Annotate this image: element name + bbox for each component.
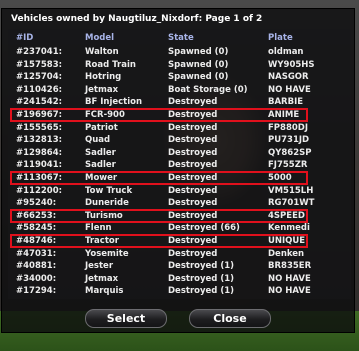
vehicle-model-cell: BF Injection: [85, 97, 143, 108]
vehicle-model-cell: Quad: [85, 135, 111, 146]
vehicle-state-cell: Spawned (0): [168, 47, 229, 57]
vehicle-model-cell: Yosemite: [85, 248, 129, 259]
vehicle-id-cell: #34000:: [16, 273, 57, 284]
vehicle-state-cell: Destroyed: [168, 248, 218, 259]
vehicle-plate-cell: NO HAVE: [268, 84, 311, 95]
vehicle-row[interactable]: #95240: Duneride Destroyed RG701WT: [8, 198, 351, 209]
vehicle-state-cell: Destroyed: [168, 185, 218, 196]
vehicle-plate-cell: BR835ER: [268, 261, 312, 272]
vehicle-model-cell: Sadler: [85, 147, 116, 158]
vehicle-state-cell: Destroyed (66): [168, 223, 240, 234]
vehicle-state-cell: Destroyed: [168, 135, 218, 146]
vehicle-row[interactable]: #157583: Road Train Spawned (0) WY905HS: [8, 60, 351, 71]
vehicle-plate-cell: RG701WT: [268, 198, 315, 209]
vehicle-row[interactable]: #125704: Hotring Spawned (0) NASGOR: [8, 72, 351, 83]
vehicle-state-cell: Destroyed (1): [168, 273, 235, 284]
vehicle-model-cell: Jester: [85, 261, 114, 272]
vehicle-row[interactable]: #129864: Sadler Destroyed QY862SP: [8, 148, 351, 159]
vehicle-id-cell: #17294:: [16, 286, 57, 297]
vehicle-model-cell: Patriot: [85, 122, 118, 133]
vehicle-id-cell: #132813:: [16, 135, 63, 146]
vehicle-model-cell: Hotring: [85, 72, 122, 83]
vehicle-state-cell: Destroyed: [168, 122, 218, 133]
vehicle-row[interactable]: #47031: Yosemite Destroyed Denken: [8, 249, 351, 260]
vehicle-state-cell: Destroyed: [168, 198, 218, 209]
vehicle-row[interactable]: #17294: Marquis Destroyed (1) NO HAVE: [8, 286, 351, 297]
vehicle-model-cell: Jetmax: [85, 84, 119, 95]
vehicle-model-cell: Duneride: [85, 198, 129, 209]
vehicle-row[interactable]: #110426: Jetmax Boat Storage (0) NO HAVE: [8, 85, 351, 96]
vehicle-id-cell: #241542:: [16, 97, 63, 108]
row-highlight-box: [10, 234, 308, 248]
dialog-title: Vehicles owned by Naugtiluz_Nixdorf: Pag…: [11, 14, 263, 24]
vehicle-model-cell: Flenn: [85, 223, 112, 234]
vehicle-model-cell: Tow Truck: [85, 185, 133, 196]
vehicle-plate-cell: NO HAVE: [268, 273, 311, 284]
vehicle-plate-cell: NO HAVE: [268, 286, 311, 297]
vehicle-model-cell: Walton: [85, 47, 119, 57]
vehicle-state-cell: Destroyed: [168, 147, 218, 158]
vehicle-model-cell: Sadler: [85, 160, 116, 171]
vehicle-model-cell: Jetmax: [85, 273, 119, 284]
vehicle-id-cell: #119041:: [16, 160, 63, 171]
vehicle-row[interactable]: #237041: Walton Spawned (0) oldman: [8, 47, 351, 58]
vehicle-id-cell: #47031:: [16, 248, 57, 259]
row-highlight-box: [10, 171, 308, 185]
vehicle-state-cell: Destroyed (1): [168, 286, 235, 297]
vehicle-state-cell: Destroyed: [168, 97, 218, 108]
vehicle-plate-cell: WY905HS: [268, 59, 315, 70]
vehicle-plate-cell: FP880DJ: [268, 122, 308, 133]
close-button[interactable]: Close: [189, 309, 271, 328]
vehicle-plate-cell: NASGOR: [268, 72, 309, 83]
column-header-plate: Plate: [268, 33, 293, 43]
vehicle-list[interactable]: #ID Model State Plate #237041: Walton Spaw…: [8, 29, 351, 299]
vehicle-row[interactable]: #40881: Jester Destroyed (1) BR835ER: [8, 261, 351, 272]
vehicle-row[interactable]: #119041: Sadler Destroyed FJ755ZR: [8, 160, 351, 171]
vehicle-plate-cell: Denken: [268, 248, 305, 259]
select-button[interactable]: Select: [85, 309, 167, 328]
vehicle-plate-cell: QY862SP: [268, 147, 312, 158]
vehicle-plate-cell: VM515LH: [268, 185, 314, 196]
vehicle-row[interactable]: #58245: Flenn Destroyed (66) Kenmedi: [8, 223, 351, 234]
vehicle-model-cell: Road Train: [85, 59, 136, 70]
vehicle-row[interactable]: #112200: Tow Truck Destroyed VM515LH: [8, 186, 351, 197]
vehicle-id-cell: #157583:: [16, 59, 63, 70]
vehicle-model-cell: Marquis: [85, 286, 124, 297]
vehicle-row[interactable]: #34000: Jetmax Destroyed (1) NO HAVE: [8, 274, 351, 285]
vehicle-id-cell: #95240:: [16, 198, 57, 209]
column-header-id: #ID: [16, 33, 34, 43]
column-header-model: Model: [85, 33, 115, 43]
vehicle-id-cell: #125704:: [16, 72, 63, 83]
vehicle-row[interactable]: #241542: BF Injection Destroyed BARBIE: [8, 97, 351, 108]
vehicle-state-cell: Spawned (0): [168, 72, 229, 83]
vehicles-dialog: Vehicles owned by Naugtiluz_Nixdorf: Pag…: [1, 8, 355, 333]
vehicle-state-cell: Destroyed: [168, 160, 218, 171]
vehicle-plate-cell: FJ755ZR: [268, 160, 308, 171]
vehicle-plate-cell: BARBIE: [268, 97, 304, 108]
vehicle-id-cell: #40881:: [16, 261, 57, 272]
vehicle-plate-cell: oldman: [268, 47, 304, 57]
vehicle-state-cell: Spawned (0): [168, 59, 229, 70]
vehicle-plate-cell: PU731JD: [268, 135, 310, 146]
vehicle-state-cell: Boat Storage (0): [168, 84, 248, 95]
vehicle-id-cell: #155565:: [16, 122, 63, 133]
row-highlight-box: [10, 208, 308, 223]
vehicle-id-cell: #110426:: [16, 84, 63, 95]
vehicle-state-cell: Destroyed (1): [168, 261, 235, 272]
vehicle-id-cell: #112200:: [16, 185, 63, 196]
column-header-state: State: [168, 33, 194, 43]
vehicle-id-cell: #237041:: [16, 47, 63, 57]
row-highlight-box: [10, 108, 308, 122]
vehicle-row[interactable]: #155565: Patriot Destroyed FP880DJ: [8, 123, 351, 134]
vehicle-id-cell: #58245:: [16, 223, 57, 234]
vehicle-plate-cell: Kenmedi: [268, 223, 310, 234]
vehicle-id-cell: #129864:: [16, 147, 63, 158]
vehicle-row[interactable]: #132813: Quad Destroyed PU731JD: [8, 135, 351, 146]
